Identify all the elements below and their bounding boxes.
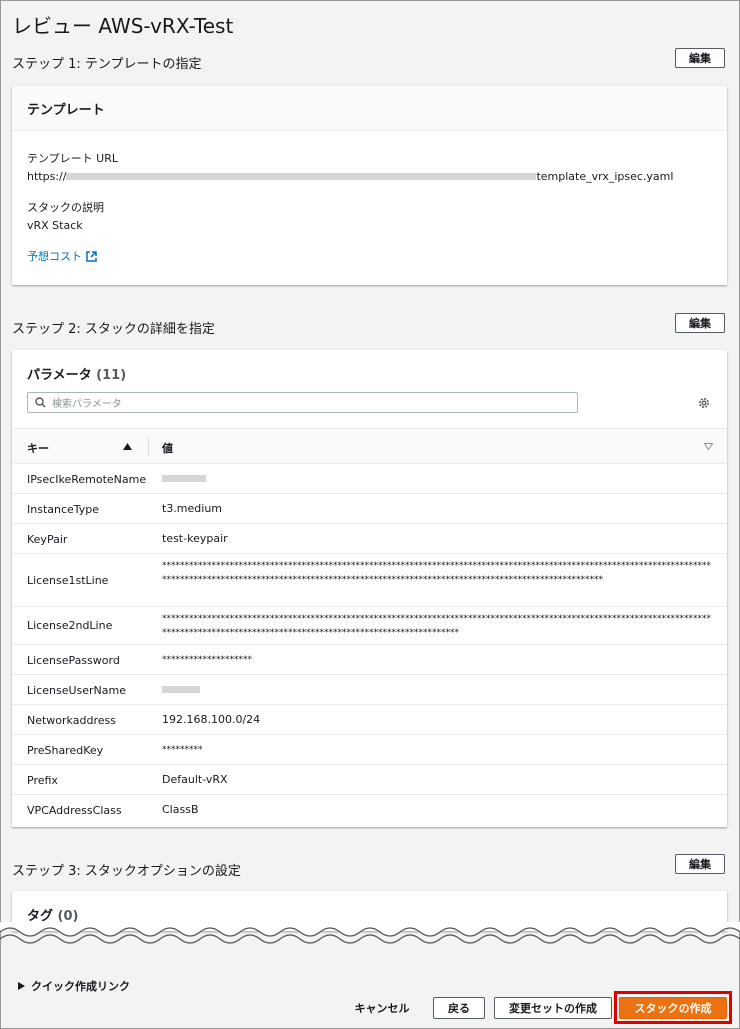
step3-title: ステップ 3: スタックオプションの設定: [12, 864, 241, 879]
param-value: *********: [162, 745, 203, 755]
template-card-title: テンプレート: [12, 86, 727, 131]
table-row: Prefix Default-vRX: [12, 765, 727, 795]
param-value: t3.medium: [162, 502, 223, 515]
param-value: 192.168.100.0/24: [162, 713, 261, 726]
page-title: レビュー AWS-vRX-Test: [12, 14, 234, 38]
param-key: Prefix: [27, 774, 58, 787]
back-button[interactable]: 戻る: [433, 997, 485, 1019]
sort-neutral-icon[interactable]: [704, 443, 713, 450]
step1-title: ステップ 1: テンプレートの指定: [12, 57, 202, 72]
table-row: License1stLine *************************…: [12, 554, 727, 607]
parameter-search-input[interactable]: 検索パラメータ: [27, 392, 578, 413]
param-value: ****************************************…: [162, 561, 711, 585]
stack-description-value: vRX Stack: [27, 219, 83, 232]
step3-edit-button[interactable]: 編集: [675, 854, 725, 874]
redacted-value: [162, 475, 206, 482]
torn-edge-divider: [0, 922, 740, 944]
param-value: test-keypair: [162, 532, 228, 545]
step2-title: ステップ 2: スタックの詳細を指定: [12, 322, 215, 337]
redacted-value: [162, 686, 200, 693]
parameters-table-header: キー 値: [12, 428, 727, 464]
column-divider: [148, 438, 149, 456]
template-card: テンプレート テンプレート URL https:// template_vrx_…: [12, 86, 727, 285]
table-row: VPCAddressClass ClassB: [12, 795, 727, 826]
param-key: KeyPair: [27, 533, 68, 546]
quick-create-link-toggle[interactable]: クイック作成リンク: [18, 978, 130, 994]
create-changeset-button[interactable]: 変更セットの作成: [494, 997, 612, 1019]
param-value: ********************: [162, 655, 252, 665]
param-key: PreSharedKey: [27, 744, 104, 757]
template-url-value: https:// template_vrx_ipsec.yaml: [27, 170, 673, 183]
param-key: InstanceType: [27, 503, 100, 516]
table-row: InstanceType t3.medium: [12, 494, 727, 524]
table-row: License2ndLine *************************…: [12, 607, 727, 645]
redacted-url: [66, 173, 537, 180]
table-row: LicensePassword ********************: [12, 645, 727, 675]
param-key: LicensePassword: [27, 654, 120, 667]
cancel-button[interactable]: キャンセル: [348, 997, 416, 1019]
param-key: License2ndLine: [27, 619, 113, 632]
external-link-icon: [86, 250, 97, 262]
table-row: PreSharedKey *********: [12, 735, 727, 765]
param-key: Networkaddress: [27, 714, 116, 727]
template-url-suffix: template_vrx_ipsec.yaml: [536, 170, 674, 183]
parameters-header: パラメータ (11): [27, 364, 126, 383]
column-value-header[interactable]: 値: [162, 440, 173, 456]
template-url-prefix: https://: [27, 170, 67, 183]
search-icon: [35, 397, 46, 408]
table-row: KeyPair test-keypair: [12, 524, 727, 554]
parameters-card: パラメータ (11) 検索パラメータ キー 値 IPsecIkeRemoteNa…: [12, 350, 727, 827]
sort-ascending-icon[interactable]: [123, 443, 132, 450]
parameters-count: (11): [96, 368, 127, 383]
gear-icon[interactable]: [697, 396, 711, 410]
param-key: VPCAddressClass: [27, 804, 122, 817]
estimated-cost-link[interactable]: 予想コスト: [27, 248, 97, 264]
step2-edit-button[interactable]: 編集: [675, 313, 725, 333]
search-placeholder: 検索パラメータ: [52, 399, 122, 410]
highlight-box: [614, 991, 732, 1024]
caret-right-icon: [18, 982, 25, 990]
parameters-title: パラメータ: [27, 368, 92, 383]
table-row: LicenseUserName: [12, 675, 727, 705]
template-url-label: テンプレート URL: [27, 152, 118, 165]
param-value: ClassB: [162, 803, 199, 816]
param-key: IPsecIkeRemoteName: [27, 473, 147, 486]
estimated-cost-label: 予想コスト: [27, 250, 82, 263]
param-key: LicenseUserName: [27, 684, 126, 697]
stack-description-label: スタックの説明: [27, 201, 104, 214]
param-value: Default-vRX: [162, 773, 228, 786]
table-row: IPsecIkeRemoteName: [12, 464, 727, 494]
param-key: License1stLine: [27, 574, 109, 587]
param-value: ****************************************…: [162, 614, 711, 638]
quick-create-link-label: クイック作成リンク: [31, 980, 130, 993]
step1-edit-button[interactable]: 編集: [675, 48, 725, 68]
table-row: Networkaddress 192.168.100.0/24: [12, 705, 727, 735]
column-key-header[interactable]: キー: [27, 440, 49, 456]
